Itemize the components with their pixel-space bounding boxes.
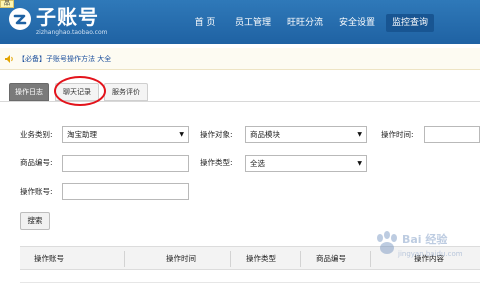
column-divider	[300, 251, 301, 267]
operation-object-value: 商品模块	[250, 130, 280, 139]
nav-home[interactable]: 首 页	[189, 14, 221, 32]
operator-account-label: 操作账号:	[20, 187, 53, 196]
operation-time-input[interactable]	[424, 126, 480, 143]
operation-type-value: 全选	[250, 159, 265, 168]
operation-type-select[interactable]: 全选 ▼	[245, 155, 367, 172]
business-type-select[interactable]: 淘宝助理 ▼	[62, 126, 189, 143]
column-divider	[124, 251, 125, 267]
top-header: 品 子账号 zizhanghao.taobao.com 首 页 员工管理 旺旺分…	[0, 0, 480, 44]
speaker-icon	[5, 55, 13, 63]
nav-staff-management[interactable]: 员工管理	[232, 14, 274, 32]
dropdown-arrow-icon: ▼	[357, 160, 362, 167]
column-header[interactable]: 操作时间	[166, 247, 196, 271]
logo-subtitle: zizhanghao.taobao.com	[36, 29, 108, 36]
business-type-value: 淘宝助理	[67, 130, 97, 139]
operation-time-label: 操作时间:	[381, 130, 414, 139]
column-header[interactable]: 操作类型	[246, 247, 276, 271]
operation-object-label: 操作对象:	[200, 130, 233, 139]
column-header[interactable]: 商品编号	[316, 247, 346, 271]
operation-object-select[interactable]: 商品模块 ▼	[245, 126, 367, 143]
product-id-input[interactable]	[62, 155, 189, 172]
search-button[interactable]: 搜索	[20, 212, 50, 230]
nav-security-settings[interactable]: 安全设置	[336, 14, 378, 32]
watermark-text: Bai 经验	[402, 233, 448, 246]
column-header[interactable]: 操作账号	[34, 247, 64, 271]
corner-tag: 品	[0, 0, 15, 8]
dropdown-arrow-icon: ▼	[357, 131, 362, 138]
operation-type-label: 操作类型:	[200, 158, 233, 167]
highlight-circle	[54, 76, 106, 106]
nav-wangwang-diversion[interactable]: 旺旺分流	[284, 14, 326, 32]
nav-monitoring-query[interactable]: 监控查询	[386, 14, 434, 32]
watermark-url: jingyan.baidu.com	[398, 250, 463, 258]
logo-title: 子账号	[36, 5, 99, 29]
page: 品 子账号 zizhanghao.taobao.com 首 页 员工管理 旺旺分…	[0, 0, 480, 283]
notice-bar: 【必备】子账号操作方法 大全	[0, 48, 480, 70]
product-id-label: 商品编号:	[20, 158, 53, 167]
logo-icon	[9, 8, 31, 30]
business-type-label: 业务类别:	[20, 130, 53, 139]
column-divider	[230, 251, 231, 267]
tab-operation-log[interactable]: 操作日志	[9, 83, 49, 101]
tab-service-rating[interactable]: 服务评价	[104, 83, 148, 101]
dropdown-arrow-icon: ▼	[179, 131, 184, 138]
operator-account-input[interactable]	[62, 183, 189, 200]
table-row	[20, 270, 480, 283]
column-divider	[370, 251, 371, 267]
notice-link[interactable]: 【必备】子账号操作方法 大全	[18, 54, 111, 64]
baidu-watermark: Bai 经验 jingyan.baidu.com	[372, 230, 476, 270]
